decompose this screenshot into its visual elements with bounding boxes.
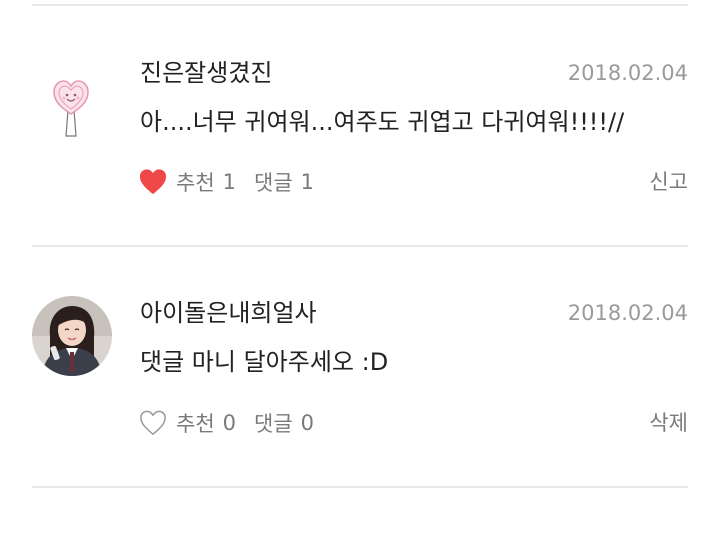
comment-date: 2018.02.04 bbox=[567, 61, 688, 85]
comment-username[interactable]: 아이돌은내희얼사 bbox=[140, 298, 317, 328]
avatar[interactable] bbox=[32, 296, 112, 376]
reply-label: 댓글 bbox=[254, 412, 293, 436]
comment-actions: 추천 0 댓글 0 bbox=[138, 407, 314, 439]
reply-label: 댓글 bbox=[254, 171, 293, 195]
comment-actions: 추천 1 댓글 1 bbox=[138, 166, 314, 198]
comment-text: 아....너무 귀여워...여주도 귀엽고 다귀여워!!!!// bbox=[140, 108, 625, 136]
reply-button[interactable]: 댓글 1 bbox=[254, 167, 314, 197]
comment-date: 2018.02.04 bbox=[567, 301, 688, 325]
delete-button[interactable]: 삭제 bbox=[649, 407, 688, 439]
comment-text: 댓글 마니 달아주세오 :D bbox=[140, 348, 389, 376]
reply-count: 0 bbox=[300, 411, 315, 435]
divider bbox=[32, 4, 688, 6]
divider bbox=[32, 486, 688, 488]
comment-list: 진은잘생겼진 2018.02.04 아....너무 귀여워...여주도 귀엽고 … bbox=[0, 0, 720, 540]
like-button[interactable]: 추천 0 bbox=[138, 408, 254, 438]
report-button[interactable]: 신고 bbox=[649, 166, 688, 198]
divider bbox=[32, 245, 688, 247]
avatar[interactable] bbox=[32, 64, 112, 144]
reply-button[interactable]: 댓글 0 bbox=[254, 408, 314, 438]
heart-outline-icon bbox=[140, 410, 166, 436]
heart-lollipop-icon bbox=[32, 64, 112, 144]
like-count: 0 bbox=[222, 411, 237, 435]
comment-username[interactable]: 진은잘생겼진 bbox=[140, 58, 272, 88]
profile-photo bbox=[32, 296, 112, 376]
like-count: 1 bbox=[222, 170, 237, 194]
like-button[interactable]: 추천 1 bbox=[138, 167, 254, 197]
heart-filled-icon bbox=[139, 169, 167, 195]
like-label: 추천 bbox=[176, 412, 215, 436]
reply-count: 1 bbox=[300, 170, 315, 194]
like-label: 추천 bbox=[176, 171, 215, 195]
